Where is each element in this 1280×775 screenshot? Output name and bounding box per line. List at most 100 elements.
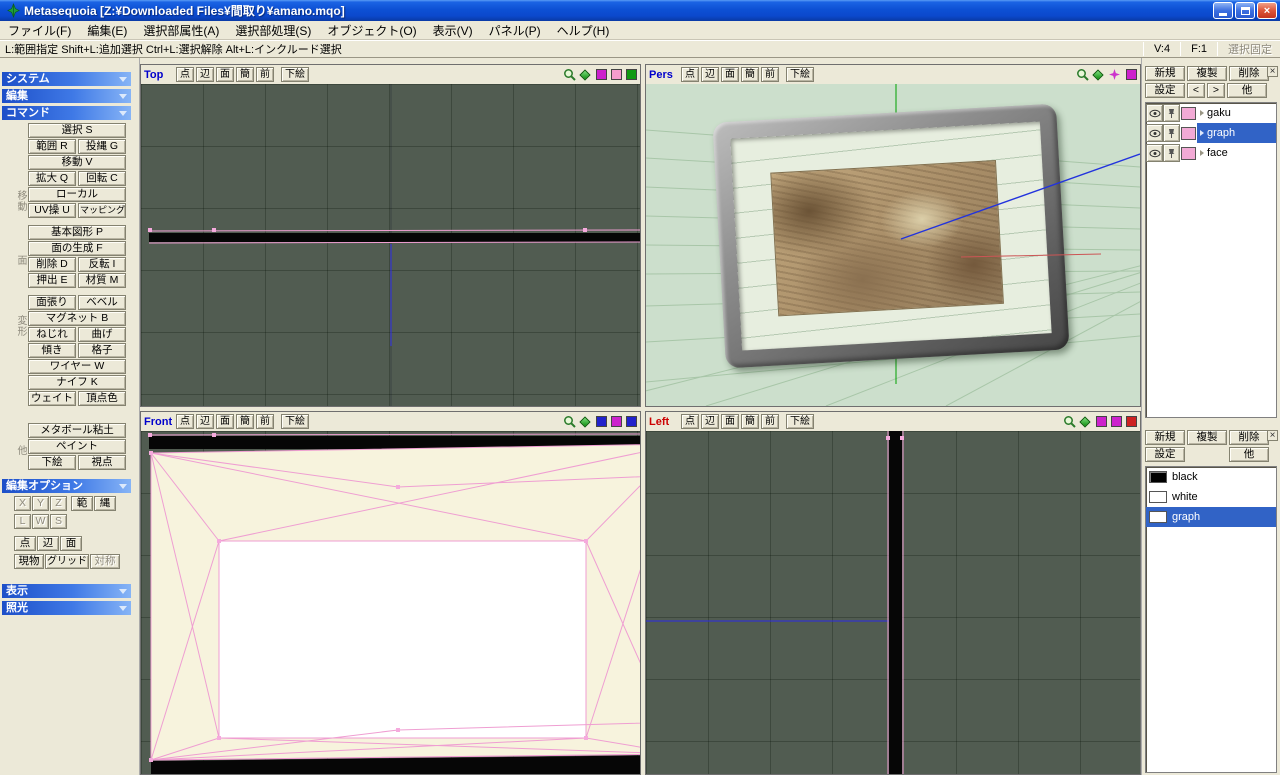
material-panel-close-icon[interactable]: ×	[1267, 430, 1278, 441]
frame-front-mesh[interactable]	[149, 444, 640, 774]
material-row-white[interactable]: white	[1146, 487, 1276, 507]
pattern-swatch[interactable]	[1126, 416, 1137, 427]
local-l-toggle[interactable]: L	[14, 514, 31, 529]
pattern-swatch[interactable]	[1126, 69, 1137, 80]
vp-simple-button[interactable]: 簡	[236, 67, 254, 82]
object-panel-close-icon[interactable]: ×	[1267, 66, 1278, 77]
top-viewport-canvas[interactable]	[141, 84, 640, 406]
vp-face-button[interactable]: 面	[721, 67, 739, 82]
cmd-face-fill[interactable]: 面張り	[28, 295, 76, 310]
zoom-icon[interactable]	[563, 415, 576, 428]
pattern-swatch[interactable]	[1096, 416, 1107, 427]
object-name[interactable]: gaku	[1197, 103, 1276, 123]
cmd-material[interactable]: 材質 M	[78, 273, 126, 288]
object-prev-button[interactable]: <	[1187, 83, 1205, 98]
vp-edge-button[interactable]: 辺	[701, 67, 719, 82]
vp-front-button[interactable]: 前	[761, 414, 779, 429]
axis-x-toggle[interactable]: X	[14, 496, 31, 511]
zoom-icon[interactable]	[1063, 415, 1076, 428]
pattern-swatch[interactable]	[626, 416, 637, 427]
frame-object-3d[interactable]	[712, 104, 1069, 369]
object-row-face[interactable]: face	[1146, 143, 1276, 163]
object-next-button[interactable]: >	[1207, 83, 1225, 98]
object-name-selected[interactable]: graph	[1197, 123, 1276, 143]
visibility-toggle[interactable]	[1146, 144, 1163, 162]
symmetry-toggle[interactable]: 対称	[90, 554, 120, 569]
vp-underlay-button[interactable]: 下絵	[786, 414, 814, 429]
vp-underlay-button[interactable]: 下絵	[281, 67, 309, 82]
vp-face-button[interactable]: 面	[216, 414, 234, 429]
cmd-local[interactable]: ローカル	[28, 187, 126, 202]
object-other-button[interactable]: 他	[1227, 83, 1267, 98]
menu-view[interactable]: 表示(V)	[425, 20, 481, 41]
cmd-create-face[interactable]: 面の生成 F	[28, 241, 126, 256]
pattern-swatch[interactable]	[626, 69, 637, 80]
vp-vertex-button[interactable]: 点	[681, 67, 699, 82]
object-settings-button[interactable]: 設定	[1145, 83, 1185, 98]
vp-face-button[interactable]: 面	[721, 414, 739, 429]
zoom-icon[interactable]	[563, 68, 576, 81]
object-color-swatch[interactable]	[1181, 127, 1196, 140]
lock-toggle[interactable]	[1163, 144, 1180, 162]
cmd-select[interactable]: 選択 S	[28, 123, 126, 138]
minimize-button[interactable]	[1213, 2, 1233, 19]
material-settings-button[interactable]: 設定	[1145, 447, 1185, 462]
cmd-rotate[interactable]: 回転 C	[78, 171, 126, 186]
front-viewport-canvas[interactable]	[141, 431, 640, 774]
axis-y-toggle[interactable]: Y	[32, 496, 49, 511]
menu-object[interactable]: オブジェクト(O)	[319, 20, 424, 41]
vp-front-button[interactable]: 前	[761, 67, 779, 82]
pattern-swatch[interactable]	[611, 416, 622, 427]
fit-view-icon[interactable]	[579, 416, 590, 427]
world-w-toggle[interactable]: W	[32, 514, 49, 529]
vp-simple-button[interactable]: 簡	[741, 67, 759, 82]
panel-header-lighting[interactable]: 照光	[2, 601, 131, 615]
panel-header-display[interactable]: 表示	[2, 584, 131, 598]
cmd-lasso[interactable]: 投縄 G	[78, 139, 126, 154]
fit-view-icon[interactable]	[579, 69, 590, 80]
maximize-button[interactable]	[1235, 2, 1255, 19]
panel-header-edit[interactable]: 編集	[2, 89, 131, 103]
cmd-primitive[interactable]: 基本図形 P	[28, 225, 126, 240]
left-viewport-canvas[interactable]	[646, 431, 1140, 774]
screen-s-toggle[interactable]: S	[50, 514, 67, 529]
cmd-metaball[interactable]: メタボール粘土	[28, 423, 126, 438]
cmd-vertex-color[interactable]: 頂点色	[78, 391, 126, 406]
pattern-swatch[interactable]	[611, 69, 622, 80]
cmd-uv-edit[interactable]: UV操 U	[28, 203, 76, 218]
selection-lock-toggle[interactable]: 選択固定	[1222, 41, 1280, 57]
vp-simple-button[interactable]: 簡	[236, 414, 254, 429]
menu-selection-proc[interactable]: 選択部処理(S)	[227, 20, 319, 41]
cmd-invert[interactable]: 反転 I	[78, 257, 126, 272]
cmd-lattice[interactable]: 格子	[78, 343, 126, 358]
range-toggle[interactable]: 範	[71, 496, 93, 511]
pers-viewport-canvas[interactable]	[646, 84, 1140, 406]
cmd-range[interactable]: 範囲 R	[28, 139, 76, 154]
material-row-graph[interactable]: graph	[1146, 507, 1276, 527]
axis-z-toggle[interactable]: Z	[50, 496, 67, 511]
cmd-viewpoint[interactable]: 視点	[78, 455, 126, 470]
vp-front-button[interactable]: 前	[256, 67, 274, 82]
object-duplicate-button[interactable]: 複製	[1187, 66, 1227, 81]
pattern-swatch[interactable]	[596, 69, 607, 80]
vp-edge-button[interactable]: 辺	[196, 414, 214, 429]
cmd-move[interactable]: 移動 V	[28, 155, 126, 170]
object-delete-button[interactable]: 削除	[1229, 66, 1269, 81]
menu-file[interactable]: ファイル(F)	[0, 20, 79, 41]
object-name[interactable]: face	[1197, 143, 1276, 163]
pattern-swatch[interactable]	[596, 416, 607, 427]
visibility-toggle[interactable]	[1146, 104, 1163, 122]
vp-simple-button[interactable]: 簡	[741, 414, 759, 429]
cmd-knife[interactable]: ナイフ K	[28, 375, 126, 390]
object-new-button[interactable]: 新規	[1145, 66, 1185, 81]
vp-vertex-button[interactable]: 点	[176, 414, 194, 429]
cmd-delete[interactable]: 削除 D	[28, 257, 76, 272]
menu-edit[interactable]: 編集(E)	[79, 20, 135, 41]
vp-underlay-button[interactable]: 下絵	[281, 414, 309, 429]
vp-vertex-button[interactable]: 点	[681, 414, 699, 429]
vp-vertex-button[interactable]: 点	[176, 67, 194, 82]
cmd-scale[interactable]: 拡大 Q	[28, 171, 76, 186]
object-color-swatch[interactable]	[1181, 107, 1196, 120]
cmd-paint[interactable]: ペイント	[28, 439, 126, 454]
cmd-twist[interactable]: ねじれ	[28, 327, 76, 342]
